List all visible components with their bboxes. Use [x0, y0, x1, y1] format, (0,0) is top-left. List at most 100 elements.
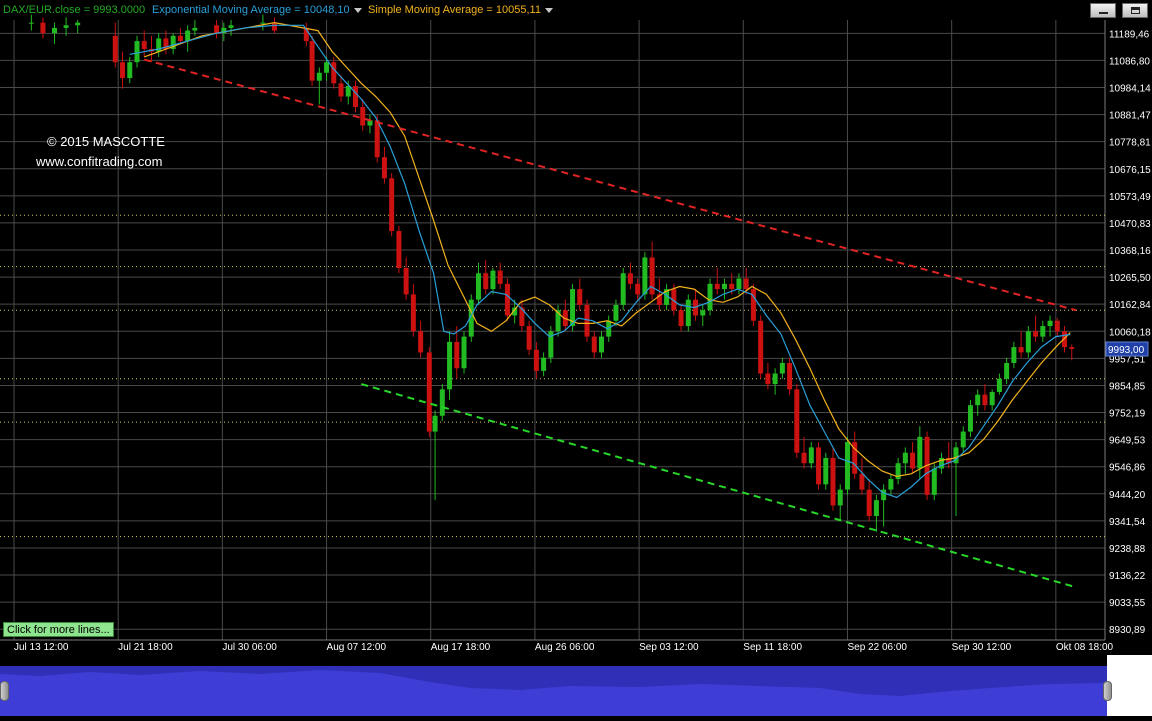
candle-body[interactable]	[635, 283, 641, 295]
candle-body[interactable]	[426, 352, 432, 432]
candle-body[interactable]	[642, 257, 648, 295]
candle-body[interactable]	[120, 62, 126, 79]
candle-body[interactable]	[837, 489, 843, 506]
candle-body[interactable]	[228, 25, 234, 28]
candle-body[interactable]	[271, 22, 277, 31]
candle-body[interactable]	[620, 273, 626, 305]
candle-body[interactable]	[758, 320, 764, 374]
series-legend[interactable]: DAX/EUR.close = 9993.0000	[3, 2, 145, 18]
candle-body[interactable]	[52, 27, 58, 34]
candle-body[interactable]	[389, 178, 395, 232]
candle-body[interactable]	[541, 357, 547, 371]
candle-body[interactable]	[910, 452, 916, 469]
candle-body[interactable]	[396, 231, 402, 268]
candle-body[interactable]	[418, 331, 424, 353]
candle-body[interactable]	[1062, 331, 1068, 348]
candle-body[interactable]	[888, 479, 894, 490]
candle-body[interactable]	[1011, 347, 1017, 363]
candle-body[interactable]	[801, 452, 807, 464]
candle-body[interactable]	[787, 362, 793, 390]
candle-body[interactable]	[112, 35, 118, 63]
candle-body[interactable]	[28, 22, 34, 24]
candle-body[interactable]	[772, 373, 778, 385]
candle-body[interactable]	[134, 41, 140, 63]
candle-body[interactable]	[982, 394, 988, 406]
candle-body[interactable]	[844, 442, 850, 490]
navigator-right-handle[interactable]	[1103, 681, 1112, 701]
candle-body[interactable]	[627, 273, 633, 284]
candle-body[interactable]	[475, 273, 481, 300]
candle-body[interactable]	[360, 107, 366, 126]
candle-body[interactable]	[490, 270, 496, 290]
candle-body[interactable]	[917, 436, 923, 469]
candle-body[interactable]	[816, 447, 822, 485]
candle-body[interactable]	[185, 30, 191, 42]
candle-body[interactable]	[177, 35, 183, 42]
navigator-left-handle[interactable]	[0, 681, 9, 701]
candle-body[interactable]	[526, 326, 532, 350]
candle-body[interactable]	[1069, 347, 1075, 349]
candle-body[interactable]	[1047, 320, 1053, 327]
ema-legend[interactable]: Exponential Moving Average = 10048,10	[152, 2, 362, 18]
candle-body[interactable]	[881, 489, 887, 501]
candle-body[interactable]	[447, 341, 453, 390]
candle-body[interactable]	[743, 278, 749, 290]
candle-body[interactable]	[931, 468, 937, 495]
sma-legend[interactable]: Simple Moving Average = 10055,11	[368, 2, 553, 18]
candle-body[interactable]	[410, 294, 416, 332]
candle-body[interactable]	[584, 304, 590, 337]
candle-body[interactable]	[1033, 331, 1039, 337]
chevron-down-icon[interactable]	[353, 7, 362, 13]
candle-body[interactable]	[432, 415, 438, 432]
candle-body[interactable]	[352, 85, 358, 108]
candle-body[interactable]	[967, 405, 973, 432]
candle-body[interactable]	[403, 268, 409, 295]
candle-body[interactable]	[577, 289, 583, 305]
candle-body[interactable]	[324, 62, 330, 73]
candle-body[interactable]	[461, 336, 467, 369]
candle-body[interactable]	[823, 457, 829, 485]
candle-body[interactable]	[1025, 331, 1031, 353]
candle-body[interactable]	[873, 500, 879, 516]
candle-body[interactable]	[685, 299, 691, 327]
candle-body[interactable]	[794, 389, 800, 453]
candle-body[interactable]	[483, 273, 489, 290]
candle-body[interactable]	[1054, 320, 1060, 332]
candle-body[interactable]	[439, 389, 445, 416]
candle-body[interactable]	[63, 25, 69, 28]
candle-body[interactable]	[454, 341, 460, 369]
candle-body[interactable]	[316, 72, 322, 81]
candle-body[interactable]	[214, 25, 220, 34]
candle-body[interactable]	[591, 336, 597, 353]
candle-body[interactable]	[721, 283, 727, 290]
candle-body[interactable]	[598, 336, 604, 353]
candle-body[interactable]	[866, 489, 872, 516]
price-chart[interactable]: 11189,46 11086,80 10984,14 10881,47 10778,81…	[0, 0, 1152, 716]
candle-body[interactable]	[141, 41, 147, 50]
candle-body[interactable]	[381, 157, 387, 179]
chevron-down-icon[interactable]	[544, 7, 553, 13]
candle-body[interactable]	[75, 22, 81, 26]
candle-body[interactable]	[830, 457, 836, 506]
candle-body[interactable]	[127, 62, 133, 79]
candle-body[interactable]	[309, 41, 315, 81]
candle-body[interactable]	[975, 394, 981, 406]
candle-body[interactable]	[613, 304, 619, 321]
candle-body[interactable]	[497, 270, 503, 284]
candle-body[interactable]	[736, 278, 742, 290]
candle-body[interactable]	[714, 283, 720, 290]
candle-body[interactable]	[192, 27, 198, 31]
candle-body[interactable]	[989, 392, 995, 406]
candle-body[interactable]	[374, 120, 380, 158]
candle-body[interactable]	[40, 22, 46, 34]
candle-body[interactable]	[1004, 362, 1010, 379]
candle-body[interactable]	[859, 473, 865, 490]
candle-body[interactable]	[504, 283, 510, 316]
navigator-panel[interactable]	[0, 666, 1107, 716]
maximize-button[interactable]	[1122, 3, 1148, 18]
more-lines-button[interactable]: Click for more lines...	[3, 622, 114, 637]
candle-body[interactable]	[902, 452, 908, 464]
candle-body[interactable]	[779, 362, 785, 374]
candle-body[interactable]	[700, 310, 706, 316]
candle-body[interactable]	[678, 310, 684, 327]
